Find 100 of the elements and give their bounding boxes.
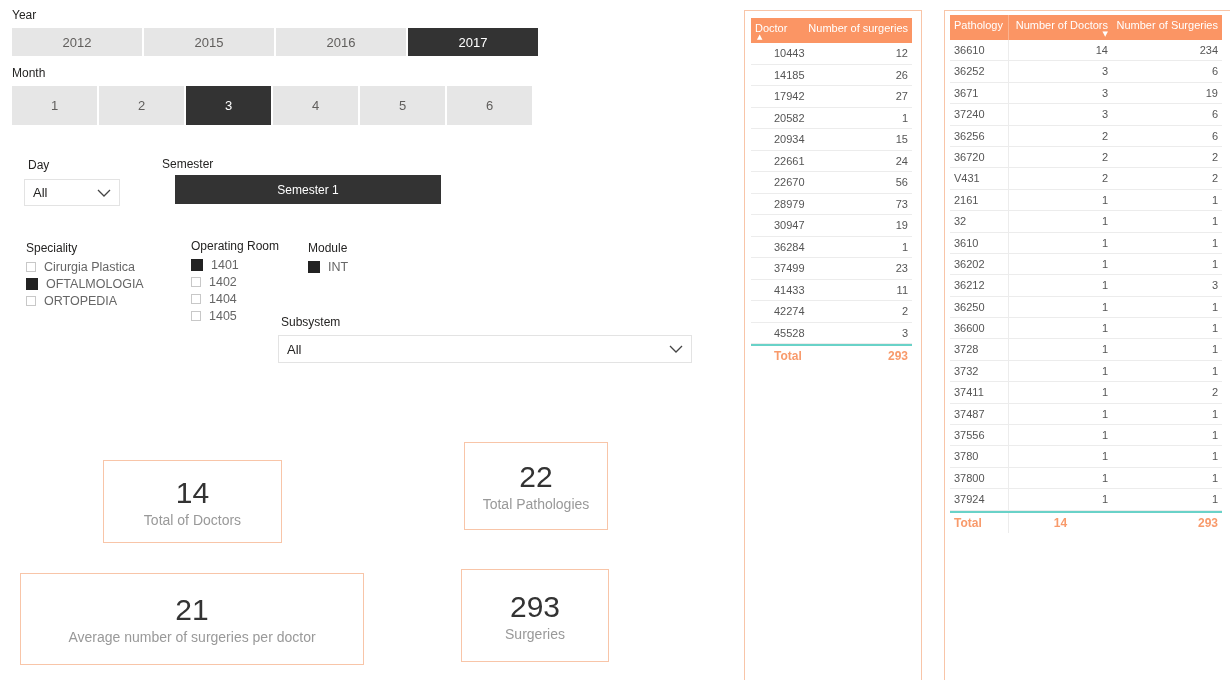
kpi-value: 293 bbox=[509, 589, 561, 624]
table-cell: 1 bbox=[1101, 471, 1108, 484]
table-cell: 22670 bbox=[774, 176, 805, 188]
slicer-tile[interactable]: 2016 bbox=[276, 28, 406, 56]
table-cell: 26 bbox=[895, 68, 908, 81]
table-cell: 1 bbox=[1101, 407, 1108, 420]
slicer-tile[interactable]: 3 bbox=[186, 86, 271, 125]
checkbox-label[interactable]: OFTALMOLOGIA bbox=[46, 277, 144, 291]
checkbox-label[interactable]: INT bbox=[328, 260, 349, 274]
table-cell: 1 bbox=[1101, 450, 1108, 463]
slicer-tile[interactable]: 6 bbox=[447, 86, 532, 125]
slicer-tile[interactable]: Semester 1 bbox=[175, 175, 441, 204]
table-cell: 2 bbox=[1211, 172, 1218, 185]
checkbox[interactable] bbox=[191, 259, 203, 271]
table-cell: 41433 bbox=[774, 283, 805, 296]
table-cell: 30947 bbox=[774, 219, 805, 231]
table-cell: 27 bbox=[895, 90, 908, 102]
table-cell: 3 bbox=[1101, 108, 1108, 121]
table-cell: 45528 bbox=[774, 326, 805, 339]
slicer-title: Module bbox=[308, 241, 349, 255]
total-cell: 293 bbox=[887, 349, 908, 363]
table-cell: 24 bbox=[895, 154, 908, 167]
table-cell: 36600 bbox=[954, 322, 985, 335]
checkbox[interactable] bbox=[308, 261, 320, 273]
table-cell: 22661 bbox=[774, 154, 805, 167]
dropdown[interactable]: All bbox=[24, 179, 120, 206]
table-cell: 6 bbox=[1211, 108, 1218, 121]
table-cell: 73 bbox=[895, 197, 908, 210]
table-cell: 14185 bbox=[774, 68, 805, 81]
checkbox-label[interactable]: 1404 bbox=[209, 292, 237, 306]
table-cell: 3728 bbox=[954, 343, 979, 356]
slicer-title: Operating Room bbox=[191, 239, 280, 253]
table-cell: 36212 bbox=[954, 279, 985, 292]
table-cell: 1 bbox=[901, 111, 908, 124]
table-cell: 1 bbox=[1101, 236, 1108, 249]
table-cell: 1 bbox=[1101, 193, 1108, 206]
table-cell: 37800 bbox=[954, 471, 985, 484]
table-cell: 1 bbox=[1211, 300, 1218, 313]
chevron-down-icon bbox=[669, 345, 683, 353]
table-cell: 2 bbox=[1211, 150, 1218, 163]
total-cell: Total bbox=[774, 349, 802, 363]
table-cell: 1 bbox=[1101, 257, 1108, 270]
table-cell: 1 bbox=[1211, 471, 1218, 484]
slicer-tile[interactable]: 2015 bbox=[144, 28, 274, 56]
table-cell: 1 bbox=[1211, 493, 1218, 506]
slicer-tile[interactable]: 2 bbox=[99, 86, 184, 125]
slicer-title: Month bbox=[12, 66, 47, 80]
table-cell: 2 bbox=[1101, 150, 1108, 163]
table-cell: 37499 bbox=[774, 262, 805, 274]
slicer-tile[interactable]: 5 bbox=[360, 86, 445, 125]
table-cell: 23 bbox=[895, 262, 908, 274]
table-cell: 3 bbox=[1101, 65, 1108, 78]
table-cell: 2 bbox=[1101, 129, 1108, 142]
slicer-title: Year bbox=[12, 8, 38, 22]
slicer-tile[interactable]: 1 bbox=[12, 86, 97, 125]
table-cell: 12 bbox=[895, 47, 908, 59]
checkbox[interactable] bbox=[26, 278, 38, 290]
table-cell: 36256 bbox=[954, 129, 985, 142]
kpi-label: Total Pathologies bbox=[482, 496, 590, 512]
table-cell: 19 bbox=[895, 219, 908, 231]
table-cell: 3 bbox=[1211, 279, 1218, 292]
table-cell: 11 bbox=[896, 283, 908, 296]
table-cell: 37487 bbox=[954, 407, 985, 420]
checkbox-label[interactable]: 1402 bbox=[209, 275, 237, 289]
table-cell: 234 bbox=[1199, 44, 1218, 56]
table-cell: 1 bbox=[1211, 450, 1218, 463]
checkbox-label[interactable]: ORTOPEDIA bbox=[44, 294, 118, 308]
table-cell: 32 bbox=[954, 215, 967, 228]
total-cell: Total bbox=[954, 515, 982, 530]
slicer-tile[interactable]: 2012 bbox=[12, 28, 142, 56]
total-cell: 14 bbox=[1053, 515, 1068, 530]
table-cell: 37411 bbox=[954, 386, 984, 399]
table-cell: 36610 bbox=[954, 44, 985, 56]
checkbox-label[interactable]: 1401 bbox=[211, 258, 239, 272]
kpi-label: Surgeries bbox=[505, 625, 565, 642]
table-cell: 2161 bbox=[954, 193, 979, 206]
table-cell: 20934 bbox=[774, 133, 805, 145]
table-cell: 2 bbox=[901, 305, 908, 317]
table-cell: 1 bbox=[1101, 215, 1108, 228]
table-cell: 2 bbox=[1211, 386, 1218, 399]
chevron-down-icon bbox=[97, 188, 111, 197]
table-cell: 19 bbox=[1205, 86, 1218, 99]
table-cell: 20582 bbox=[774, 111, 805, 124]
dropdown[interactable]: All bbox=[278, 335, 692, 363]
checkbox-label[interactable]: 1405 bbox=[209, 309, 237, 323]
table-cell: 1 bbox=[1101, 364, 1108, 377]
table-cell: 1 bbox=[1211, 322, 1218, 335]
table-cell: 1 bbox=[1211, 236, 1218, 249]
table-cell: 36250 bbox=[954, 300, 985, 313]
checkbox-label[interactable]: Cirurgia Plastica bbox=[44, 260, 135, 274]
slicer-tile[interactable]: 2017 bbox=[408, 28, 538, 56]
table-cell: 6 bbox=[1211, 65, 1218, 78]
table-cell: 1 bbox=[1211, 193, 1218, 206]
table-cell: 1 bbox=[1211, 215, 1218, 228]
table-cell: 1 bbox=[1101, 300, 1108, 313]
table-cell: 3671 bbox=[954, 86, 979, 99]
table-cell: 28979 bbox=[774, 197, 805, 210]
table-cell: 1 bbox=[1101, 279, 1108, 292]
table-cell: 17942 bbox=[774, 90, 805, 102]
slicer-tile[interactable]: 4 bbox=[273, 86, 358, 125]
